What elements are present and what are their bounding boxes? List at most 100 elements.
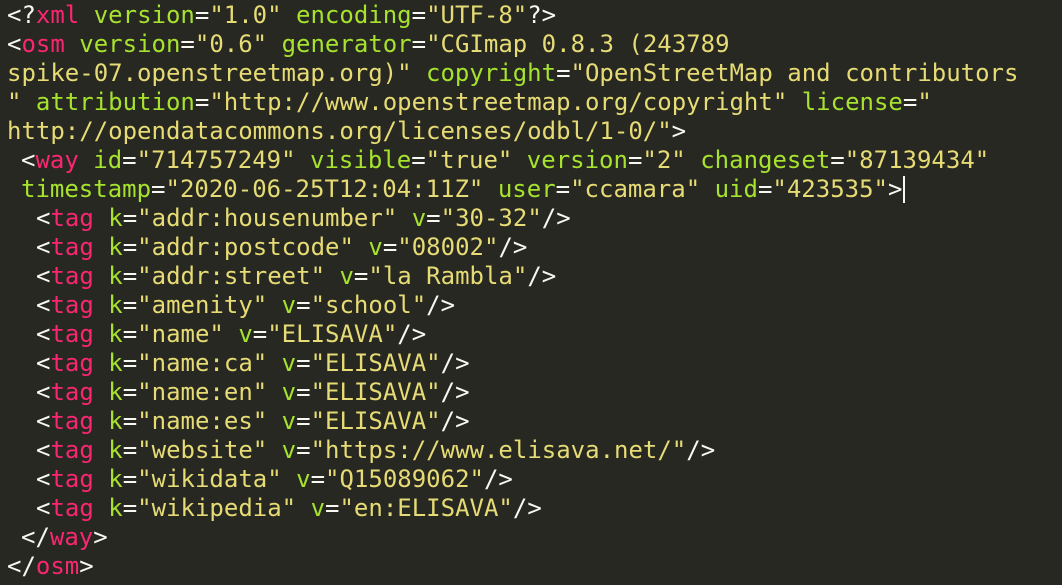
tag-k-attr: k bbox=[108, 291, 123, 319]
xml-declaration-name: xml bbox=[35, 1, 80, 29]
osm-open-line-3: " attribution="http://www.openstreetmap.… bbox=[7, 88, 932, 116]
attr-name: changeset bbox=[700, 146, 831, 174]
attr-name: uid bbox=[714, 175, 758, 203]
tag-element-name: tag bbox=[50, 262, 94, 290]
tag-k-attr: k bbox=[108, 320, 123, 348]
tag-v-attr: v bbox=[281, 436, 297, 464]
tag-line: <tag k="website" v="https://www.elisava.… bbox=[36, 436, 716, 464]
attr-value: http://opendatacommons.org/licenses/odbl… bbox=[7, 117, 672, 145]
attr-value: "2020-06-25T12:04:11Z" bbox=[165, 175, 484, 203]
attr-value: "0.6" bbox=[194, 30, 268, 58]
tag-v-value: "la Rambla" bbox=[368, 262, 528, 290]
attr-value: "true" bbox=[425, 146, 513, 174]
attr-name: version bbox=[93, 1, 195, 29]
attr-name: copyright bbox=[426, 59, 557, 87]
punct: <? bbox=[7, 1, 36, 29]
attr-name: encoding bbox=[296, 1, 412, 29]
tag-line: <tag k="wikipedia" v="en:ELISAVA"/> bbox=[36, 494, 542, 522]
osm-open-line-4: http://opendatacommons.org/licenses/odbl… bbox=[7, 117, 687, 145]
tag-v-attr: v bbox=[281, 349, 297, 377]
tag-v-value: "https://www.elisava.net/" bbox=[310, 436, 687, 464]
tag-element-name: tag bbox=[50, 204, 94, 232]
tag-line: <tag k="wikidata" v="Q15089062"/> bbox=[36, 465, 513, 493]
tag-v-value: "08002" bbox=[397, 233, 499, 261]
tag-k-value: "name:es" bbox=[137, 407, 268, 435]
attr-value: "UTF-8" bbox=[426, 1, 528, 29]
attr-value: "1.0" bbox=[209, 1, 282, 29]
osm-open-line-2: spike-07.openstreetmap.org)" copyright="… bbox=[7, 59, 1019, 87]
tag-element-name: tag bbox=[50, 349, 94, 377]
tag-k-attr: k bbox=[108, 349, 123, 377]
way-close-tag-name: way bbox=[49, 523, 94, 551]
tag-k-value: "website" bbox=[137, 436, 268, 464]
tag-k-attr: k bbox=[108, 233, 123, 261]
attr-name: id bbox=[93, 146, 123, 174]
tag-v-value: "school" bbox=[310, 291, 427, 319]
tag-k-attr: k bbox=[108, 378, 123, 406]
attr-name: visible bbox=[310, 146, 412, 174]
tag-line: <tag k="addr:street" v="la Rambla"/> bbox=[36, 262, 557, 290]
attr-value: spike-07.openstreetmap.org)" bbox=[7, 59, 412, 87]
attr-name: license bbox=[801, 88, 903, 116]
code-editor[interactable]: <?xml version="1.0" encoding="UTF-8"?> <o… bbox=[0, 0, 1062, 585]
osm-close-tag-name: osm bbox=[35, 552, 80, 580]
tag-element-name: tag bbox=[50, 320, 94, 348]
osm-tag-name: osm bbox=[21, 30, 65, 58]
osm-open-line-1: <osm version="0.6" generator="CGImap 0.8… bbox=[7, 30, 730, 58]
tag-v-value: "Q15089062" bbox=[325, 465, 484, 493]
tag-k-attr: k bbox=[108, 262, 123, 290]
tag-k-attr: k bbox=[108, 465, 123, 493]
xml-declaration-line: <?xml version="1.0" encoding="UTF-8"?> bbox=[7, 1, 557, 29]
tag-v-value: "ELISAVA" bbox=[310, 349, 441, 377]
tag-k-value: "wikidata" bbox=[137, 465, 282, 493]
attr-name: generator bbox=[281, 30, 412, 58]
tag-v-attr: v bbox=[411, 204, 427, 232]
tag-line: <tag k="name:ca" v="ELISAVA"/> bbox=[36, 349, 470, 377]
attr-value: "2" bbox=[642, 146, 686, 174]
attr-value: "CGImap 0.8.3 (243789 bbox=[426, 30, 730, 58]
tag-element-name: tag bbox=[50, 378, 94, 406]
attr-value: "423535" bbox=[772, 175, 888, 203]
tag-k-value: "name:ca" bbox=[137, 349, 268, 377]
tag-v-value: "ELISAVA" bbox=[310, 378, 441, 406]
tag-element-name: tag bbox=[50, 465, 94, 493]
tag-k-value: "amenity" bbox=[137, 291, 268, 319]
tag-element-name: tag bbox=[50, 494, 94, 522]
attr-value: " bbox=[917, 88, 932, 116]
punct: ?> bbox=[527, 1, 557, 29]
tag-v-attr: v bbox=[238, 320, 253, 348]
tag-element-name: tag bbox=[50, 233, 94, 261]
tag-k-attr: k bbox=[108, 494, 123, 522]
tag-v-attr: v bbox=[368, 233, 383, 261]
tag-line: <tag k="addr:housenumber" v="30-32"/> bbox=[36, 204, 571, 232]
tag-v-attr: v bbox=[296, 465, 311, 493]
tag-line: <tag k="name:en" v="ELISAVA"/> bbox=[36, 378, 470, 406]
tag-v-attr: v bbox=[281, 291, 297, 319]
tag-v-value: "ELISAVA" bbox=[310, 407, 441, 435]
tag-element-name: tag bbox=[50, 291, 94, 319]
way-open-line-2: timestamp="2020-06-25T12:04:11Z" user="c… bbox=[7, 175, 1062, 204]
tag-k-attr: k bbox=[108, 436, 123, 464]
attr-name: timestamp bbox=[21, 175, 152, 203]
attr-name: version bbox=[79, 30, 181, 58]
tag-k-value: "name" bbox=[137, 320, 224, 348]
tag-v-attr: v bbox=[339, 262, 354, 290]
tag-element-name: tag bbox=[50, 436, 94, 464]
attr-value: "OpenStreetMap and contributors bbox=[570, 59, 1019, 87]
way-close-line: </way> bbox=[21, 523, 108, 551]
way-tag-name: way bbox=[35, 146, 79, 174]
tag-k-attr: k bbox=[108, 204, 123, 232]
attr-value: "87139434" bbox=[844, 146, 990, 174]
tag-line: <tag k="addr:postcode" v="08002"/> bbox=[36, 233, 528, 261]
tag-line: <tag k="amenity" v="school"/> bbox=[36, 291, 456, 319]
tag-v-value: "en:ELISAVA" bbox=[339, 494, 513, 522]
tag-k-value: "wikipedia" bbox=[137, 494, 297, 522]
attr-value: "ccamara" bbox=[570, 175, 701, 203]
attr-value: " bbox=[7, 88, 22, 116]
tag-k-attr: k bbox=[108, 407, 123, 435]
tag-element-name: tag bbox=[50, 407, 94, 435]
attr-name: user bbox=[497, 175, 556, 203]
attr-value: "714757249" bbox=[136, 146, 296, 174]
tag-v-value: "ELISAVA" bbox=[267, 320, 398, 348]
tag-k-value: "addr:housenumber" bbox=[137, 204, 398, 232]
